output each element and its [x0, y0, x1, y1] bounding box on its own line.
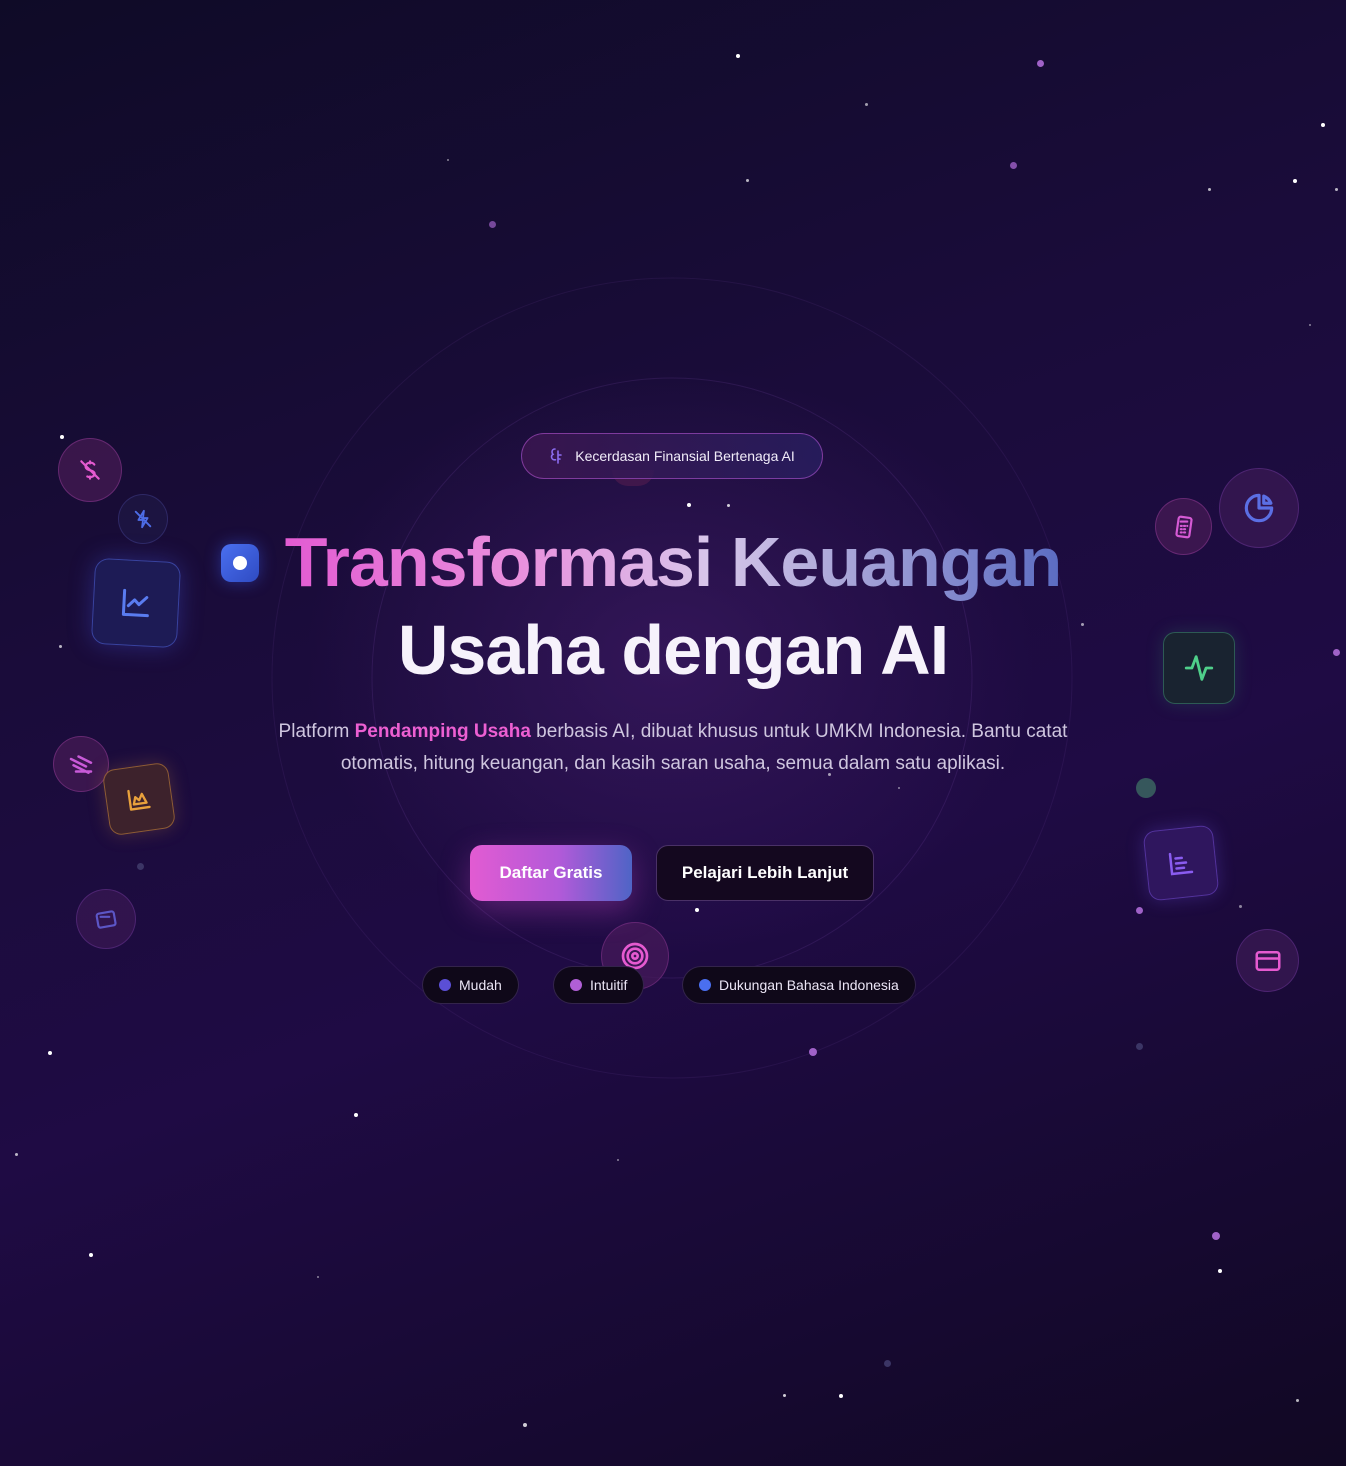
hero-title-line1: Transformasi Keuangan	[285, 518, 1062, 606]
learn-more-button[interactable]: Pelajari Lebih Lanjut	[656, 845, 874, 901]
feature-label: Intuitif	[590, 977, 628, 993]
hero-title-line2: Usaha dengan AI	[397, 611, 949, 689]
credit-card-icon	[1236, 929, 1299, 992]
ai-brain-icon	[549, 447, 565, 465]
dollar-off-icon	[58, 438, 122, 502]
hero-description: Platform Pendamping Usaha berbasis AI, d…	[240, 716, 1106, 780]
receipt-icon	[53, 736, 109, 792]
feature-pill-mudah: Mudah	[422, 966, 519, 1004]
feature-pill-bahasa: Dukungan Bahasa Indonesia	[682, 966, 916, 1004]
ai-badge: Kecerdasan Finansial Bertenaga AI	[521, 433, 823, 479]
feature-label: Dukungan Bahasa Indonesia	[719, 977, 899, 993]
bar-list-icon	[1142, 824, 1220, 902]
feature-dot	[699, 979, 711, 991]
description-part1: Platform	[278, 721, 355, 742]
description-highlight: Pendamping Usaha	[354, 721, 531, 742]
feature-label: Mudah	[459, 977, 502, 993]
hero-title: Transformasi Keuangan Usaha dengan AI	[0, 518, 1346, 694]
feature-dot	[439, 979, 451, 991]
wallet-icon	[76, 889, 136, 949]
crown-chart-icon	[101, 761, 177, 837]
feature-pill-intuitif: Intuitif	[553, 966, 645, 1004]
badge-text: Kecerdasan Finansial Bertenaga AI	[575, 448, 795, 464]
feature-dot	[570, 979, 582, 991]
signup-button[interactable]: Daftar Gratis	[470, 845, 632, 901]
